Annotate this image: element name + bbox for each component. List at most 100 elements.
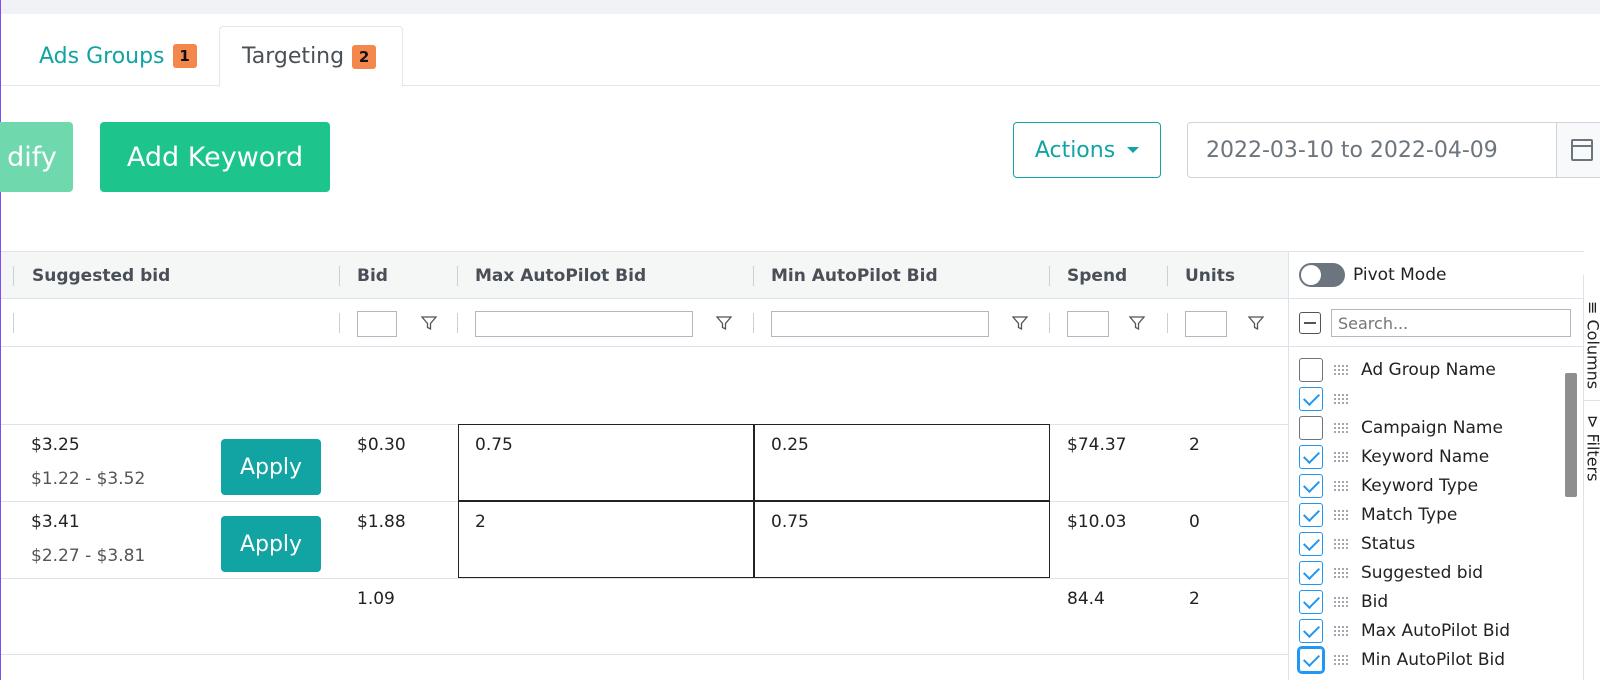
columns-side-tab[interactable]: ≡ Columns: [1584, 291, 1600, 401]
add-keyword-button[interactable]: Add Keyword: [100, 122, 330, 192]
filter-row: [1, 299, 1288, 347]
suggested-bid-value: $3.25: [31, 435, 80, 455]
drag-handle-icon[interactable]: [1333, 508, 1349, 521]
suggested-bid-range: $1.22 - $3.52: [31, 469, 146, 489]
tab-ads-groups[interactable]: Ads Groups 1: [17, 26, 219, 86]
max-autopilot-bid-value: 0.75: [475, 435, 513, 455]
filter-icon[interactable]: [1247, 315, 1265, 331]
filter-separator: [457, 313, 458, 333]
pivot-mode-toggle[interactable]: [1299, 263, 1345, 287]
column-item[interactable]: Max AutoPilot Bid: [1289, 616, 1569, 645]
pivot-mode-row: Pivot Mode: [1289, 251, 1584, 299]
totals-row: 1.09 84.4 2: [1, 579, 1288, 655]
column-checkbox[interactable]: [1299, 502, 1323, 527]
select-all-checkbox[interactable]: [1299, 312, 1321, 334]
column-search-input[interactable]: [1331, 309, 1571, 337]
column-label: Status: [1361, 533, 1416, 554]
drag-handle-icon[interactable]: [1333, 653, 1349, 666]
units-value: 2: [1189, 435, 1200, 455]
column-checkbox[interactable]: [1299, 415, 1323, 440]
spend-filter-input[interactable]: [1067, 311, 1109, 337]
calendar-button[interactable]: [1556, 122, 1600, 178]
column-checkbox[interactable]: [1299, 357, 1323, 382]
column-checkbox[interactable]: [1299, 473, 1323, 498]
units-filter-input[interactable]: [1185, 311, 1227, 337]
column-item[interactable]: Keyword Name: [1289, 442, 1569, 471]
drag-handle-icon[interactable]: [1333, 566, 1349, 579]
bid-value: $0.30: [357, 435, 406, 455]
filter-separator: [753, 313, 754, 333]
filter-icon[interactable]: [1128, 315, 1146, 331]
min-autopilot-bid-editor[interactable]: 0.25: [754, 424, 1050, 501]
column-item[interactable]: [1289, 384, 1569, 413]
header-suggested-bid[interactable]: Suggested bid: [14, 252, 339, 300]
max-autopilot-bid-editor[interactable]: 0.75: [458, 424, 754, 501]
column-item[interactable]: Ad Group Name: [1289, 355, 1569, 384]
date-range-input[interactable]: 2022-03-10 to 2022-04-09: [1187, 122, 1557, 178]
column-item[interactable]: Bid: [1289, 587, 1569, 616]
column-checkbox[interactable]: [1299, 531, 1323, 556]
max-autopilot-bid-value: 2: [475, 512, 486, 532]
drag-handle-icon[interactable]: [1333, 392, 1349, 405]
column-item[interactable]: Campaign Name: [1289, 413, 1569, 442]
apply-button[interactable]: Apply: [221, 516, 321, 572]
column-checkbox[interactable]: [1299, 560, 1323, 585]
header-bid[interactable]: Bid: [339, 252, 457, 300]
filter-icon[interactable]: [1011, 315, 1029, 331]
caret-down-icon: [1127, 147, 1140, 153]
total-units: 2: [1189, 589, 1200, 609]
drag-handle-icon[interactable]: [1333, 450, 1349, 463]
column-label: Campaign Name: [1361, 417, 1503, 438]
header-min-autopilot-bid[interactable]: Min AutoPilot Bid: [753, 252, 1049, 300]
column-label: Keyword Type: [1361, 475, 1479, 496]
tab-label: Ads Groups: [39, 43, 165, 69]
filter-icon[interactable]: [420, 315, 438, 331]
filters-side-tab[interactable]: ⊳ Filters: [1584, 405, 1600, 505]
tab-bar: Ads Groups 1 Targeting 2: [1, 14, 1600, 87]
column-item[interactable]: Match Type: [1289, 500, 1569, 529]
column-label: Suggested bid: [1361, 562, 1484, 583]
table-row: [1, 347, 1288, 425]
column-checkbox[interactable]: [1299, 647, 1323, 672]
drag-handle-icon[interactable]: [1333, 363, 1349, 376]
scrollbar-thumb[interactable]: [1565, 373, 1577, 497]
max-autopilot-bid-editor[interactable]: 2: [458, 501, 754, 578]
total-spend: 84.4: [1067, 589, 1105, 609]
drag-handle-icon[interactable]: [1333, 421, 1349, 434]
column-label: Max AutoPilot Bid: [1361, 620, 1510, 641]
column-checkbox[interactable]: [1299, 589, 1323, 614]
min-autopilot-bid-value: 0.75: [771, 512, 809, 532]
side-bar: ≡ Columns ⊳ Filters: [1583, 275, 1600, 680]
bid-filter-input[interactable]: [357, 311, 397, 337]
filter-separator: [13, 313, 14, 333]
min-autopilot-bid-editor[interactable]: 0.75: [754, 501, 1050, 578]
tab-targeting[interactable]: Targeting 2: [219, 26, 403, 87]
apply-button[interactable]: Apply: [221, 439, 321, 495]
column-item[interactable]: Suggested bid: [1289, 558, 1569, 587]
header-spend[interactable]: Spend: [1049, 252, 1167, 300]
min-autopilot-bid-value: 0.25: [771, 435, 809, 455]
column-item[interactable]: Min AutoPilot Bid: [1289, 645, 1569, 674]
filter-icon[interactable]: [715, 315, 733, 331]
column-item[interactable]: Status: [1289, 529, 1569, 558]
header-max-autopilot-bid[interactable]: Max AutoPilot Bid: [457, 252, 753, 300]
bid-value: $1.88: [357, 512, 406, 532]
drag-handle-icon[interactable]: [1333, 479, 1349, 492]
column-label: Match Type: [1361, 504, 1458, 525]
actions-dropdown-button[interactable]: Actions: [1013, 122, 1161, 178]
column-label: Keyword Name: [1361, 446, 1490, 467]
column-checkbox[interactable]: [1299, 386, 1323, 411]
drag-handle-icon[interactable]: [1333, 595, 1349, 608]
drag-handle-icon[interactable]: [1333, 624, 1349, 637]
max-autopilot-filter-input[interactable]: [475, 311, 693, 337]
modify-button[interactable]: dify: [0, 122, 73, 192]
column-checkbox[interactable]: [1299, 618, 1323, 643]
column-checkbox[interactable]: [1299, 444, 1323, 469]
min-autopilot-filter-input[interactable]: [771, 311, 989, 337]
units-value: 0: [1189, 512, 1200, 532]
header-units[interactable]: Units: [1167, 252, 1285, 300]
filter-separator: [339, 313, 340, 333]
column-item[interactable]: Keyword Type: [1289, 471, 1569, 500]
drag-handle-icon[interactable]: [1333, 537, 1349, 550]
suggested-bid-value: $3.41: [31, 512, 80, 532]
